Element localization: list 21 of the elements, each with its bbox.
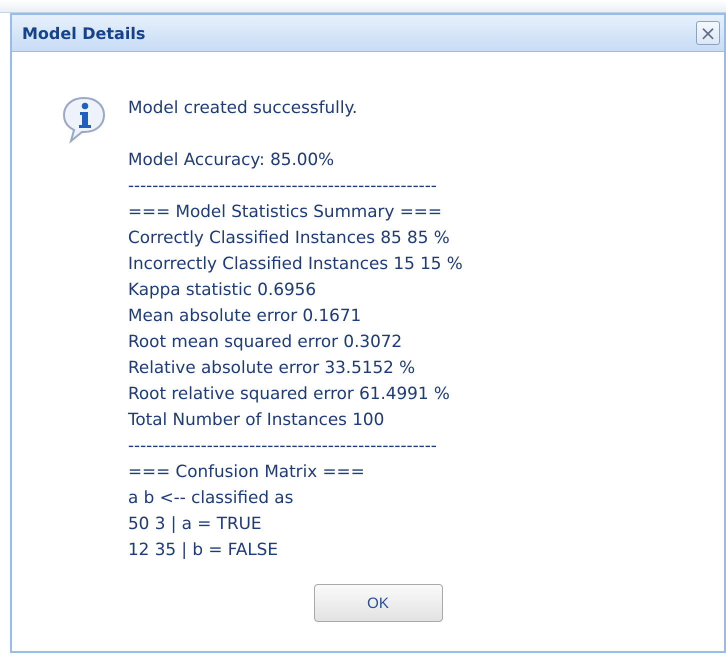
report-line: Correctly Classified Instances 85 85 % — [128, 226, 451, 249]
report-line: Root relative squared error 61.4991 % — [128, 382, 451, 405]
report-line: --------------------------------------------------- — [128, 174, 438, 197]
report-line: Root mean squared error 0.3072 — [128, 330, 404, 353]
report-line: Mean absolute error 0.1671 — [128, 304, 362, 327]
report-line: 12 35 | b = FALSE — [128, 538, 279, 561]
report-line: === Confusion Matrix === — [128, 460, 366, 483]
success-message: Model created successfully. — [128, 96, 358, 119]
report-line: Relative absolute error 33.5152 % — [128, 356, 416, 379]
report-line: === Model Statistics Summary === — [128, 200, 443, 223]
report-line: --------------------------------------------------- — [128, 434, 438, 457]
window-title: Model Details — [22, 24, 146, 42]
report-line: a b <-- classified as — [128, 486, 294, 509]
ok-button[interactable]: OK — [314, 584, 442, 622]
report-line: 50 3 | a = TRUE — [128, 512, 262, 535]
report-line: Kappa statistic 0.6956 — [128, 278, 318, 301]
report-line: Incorrectly Classified Instances 15 15 % — [128, 252, 463, 275]
report-line: Model Accuracy: 85.00% — [128, 148, 336, 171]
info-icon — [60, 94, 108, 144]
close-button[interactable]: × — [696, 21, 720, 45]
report-line: Total Number of Instances 100 — [128, 408, 386, 431]
